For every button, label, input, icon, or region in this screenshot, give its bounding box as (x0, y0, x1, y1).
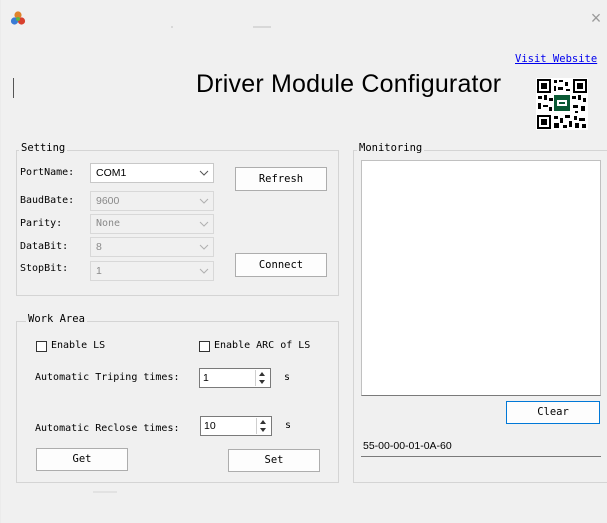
chevron-down-icon (199, 198, 209, 204)
triping-times-label: Automatic Triping times: (35, 372, 180, 383)
reclose-times-label: Automatic Reclose times: (35, 423, 180, 434)
stop-bit-value: 1 (96, 265, 102, 277)
title-bar: × (1, 0, 607, 40)
port-name-value: COM1 (96, 167, 127, 179)
enable-arc-label: Enable ARC of LS (214, 340, 311, 351)
port-name-select[interactable]: COM1 (90, 163, 214, 183)
stop-bit-label: StopBit: (20, 263, 69, 274)
set-button[interactable]: Set (228, 449, 320, 472)
connect-button[interactable]: Connect (235, 253, 327, 277)
spinner-down-icon (259, 380, 265, 384)
spinner-down-icon (260, 428, 266, 432)
monitoring-status-value: 55-00-00-01-0A-60 (363, 440, 452, 452)
chevron-down-icon (199, 268, 209, 274)
clear-button[interactable]: Clear (506, 401, 600, 424)
triping-times-unit: s (284, 372, 291, 383)
refresh-button[interactable]: Refresh (235, 167, 327, 191)
baud-rate-select[interactable]: 9600 (90, 191, 214, 211)
parity-select[interactable]: None (90, 214, 214, 234)
data-bit-value: 8 (96, 241, 102, 253)
monitoring-status-field[interactable]: 55-00-00-01-0A-60 (361, 433, 601, 457)
configurator-window: × Driver Module Configurator Visit Websi… (0, 0, 607, 523)
monitoring-log[interactable] (361, 160, 601, 396)
reclose-times-value: 10 (204, 420, 216, 432)
title-separator (253, 26, 271, 28)
divider (13, 78, 14, 98)
triping-times-input[interactable]: 1 (199, 368, 271, 388)
spinner-up-icon (259, 372, 265, 376)
data-bit-label: DataBit: (20, 241, 69, 252)
enable-ls-checkbox[interactable] (36, 341, 47, 352)
chevron-down-icon (199, 170, 209, 176)
enable-ls-label: Enable LS (51, 340, 106, 351)
baud-rate-value: 9600 (96, 195, 120, 207)
parity-value: None (96, 218, 121, 229)
stop-bit-select[interactable]: 1 (90, 261, 214, 281)
reclose-times-input[interactable]: 10 (200, 416, 272, 436)
work-area-group-title: Work Area (26, 313, 87, 325)
monitoring-group-title: Monitoring (357, 142, 425, 154)
app-logo-icon (10, 11, 26, 25)
title-separator (171, 26, 173, 28)
chevron-down-icon (199, 244, 209, 250)
port-name-label: PortName: (20, 167, 75, 178)
reclose-times-spinner[interactable] (256, 418, 270, 434)
chevron-down-icon (199, 221, 209, 227)
reclose-times-unit: s (285, 420, 292, 431)
parity-label: Parity: (20, 218, 63, 229)
setting-group-title: Setting (19, 142, 68, 154)
divider (93, 491, 117, 493)
qr-code-icon (536, 78, 588, 130)
baud-rate-label: BaudBate: (20, 195, 75, 206)
data-bit-select[interactable]: 8 (90, 237, 214, 257)
page-title: Driver Module Configurator (196, 70, 502, 98)
triping-times-spinner[interactable] (255, 370, 269, 386)
visit-website-link[interactable]: Visit Website (515, 53, 597, 65)
enable-arc-checkbox[interactable] (199, 341, 210, 352)
spinner-up-icon (260, 420, 266, 424)
get-button[interactable]: Get (36, 448, 128, 471)
close-button[interactable]: × (588, 9, 604, 27)
triping-times-value: 1 (203, 372, 209, 384)
